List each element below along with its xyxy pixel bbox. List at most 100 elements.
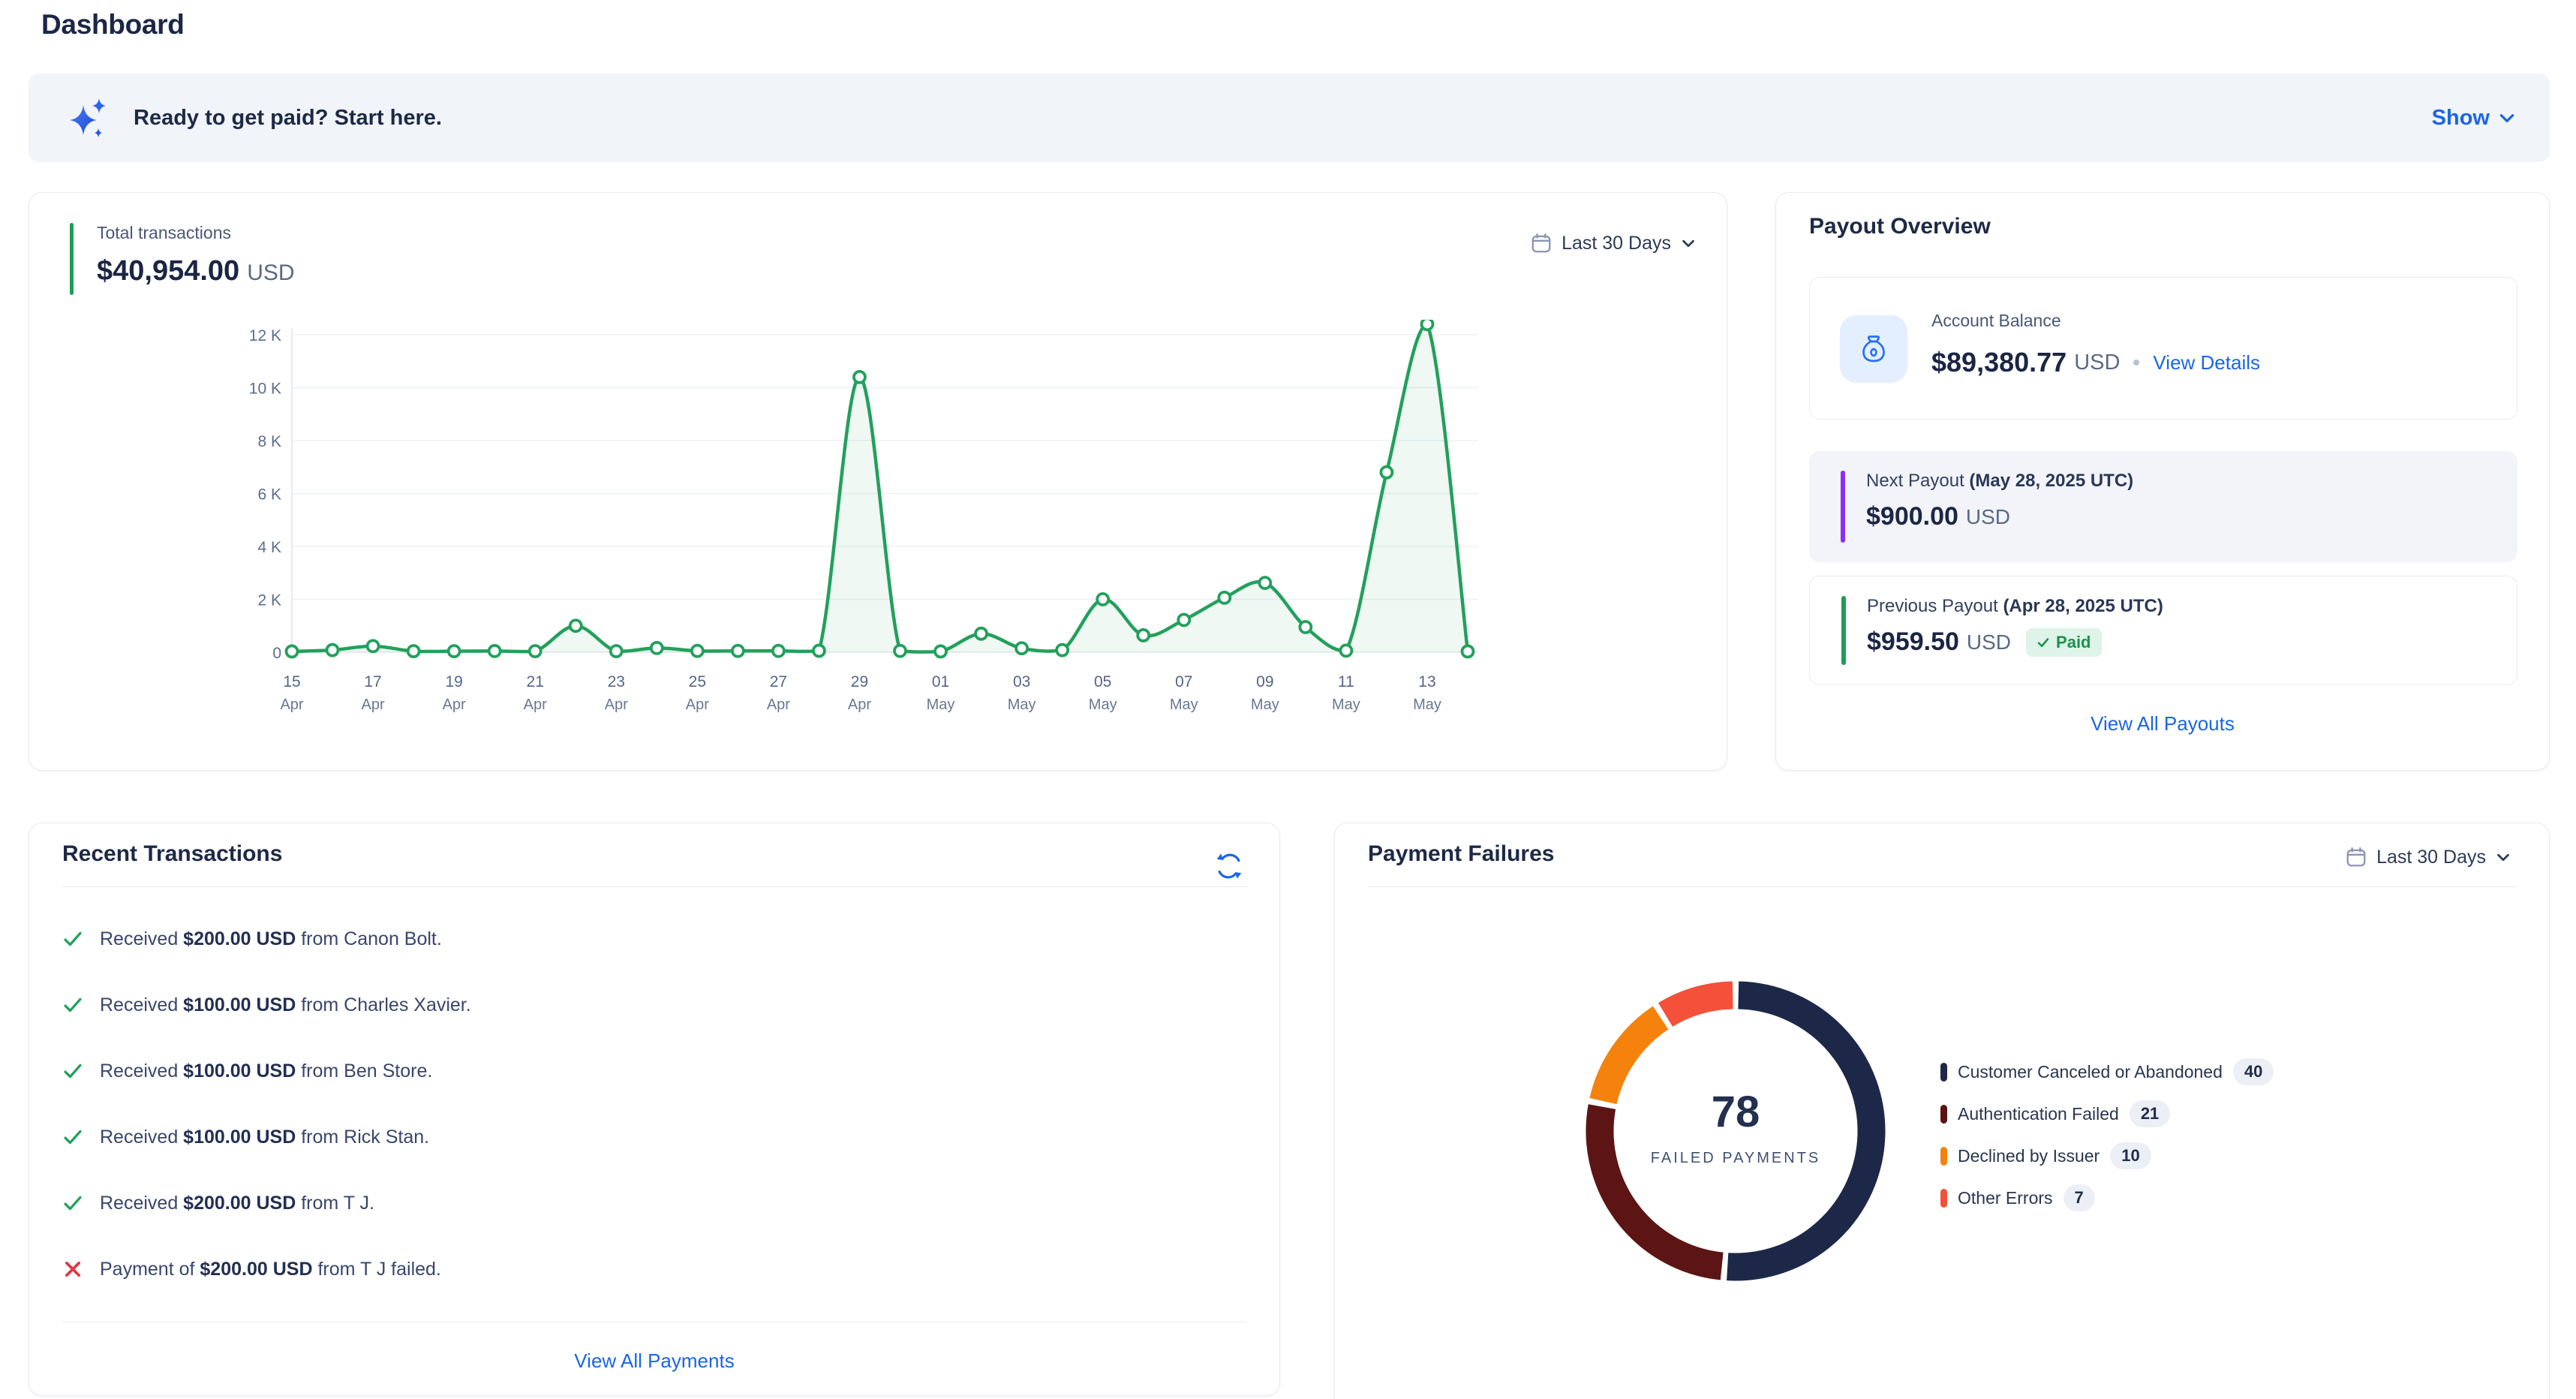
svg-text:2 K: 2 K	[257, 592, 281, 609]
green-accent-bar	[1841, 596, 1846, 665]
transactions-line-chart: 02 K4 K6 K8 K10 K12 K15Apr17Apr19Apr21Ap…	[226, 320, 1734, 770]
chevron-down-icon	[1680, 235, 1697, 251]
next-payout-amount: $900.00	[1866, 502, 1958, 531]
next-payout-card: Next Payout (May 28, 2025 UTC) $900.00 U…	[1809, 451, 2517, 562]
svg-text:6 K: 6 K	[257, 486, 281, 504]
svg-text:13: 13	[1418, 673, 1435, 690]
svg-text:Apr: Apr	[362, 696, 385, 713]
svg-text:May: May	[1089, 696, 1117, 713]
total-transactions-amount: $40,954.00USD	[97, 255, 295, 287]
transaction-row: Received $100.00 USD from Ben Store.	[62, 1038, 1246, 1104]
banner-show-label: Show	[2432, 106, 2490, 131]
transaction-text: Received $100.00 USD from Rick Stan.	[100, 1127, 429, 1148]
view-details-link[interactable]: View Details	[2153, 351, 2260, 375]
legend-label: Authentication Failed	[1958, 1104, 2119, 1124]
recent-transactions-card: Recent Transactions Received $200.00 USD…	[29, 823, 1280, 1396]
svg-text:Apr: Apr	[686, 696, 709, 713]
legend-marker	[1940, 1105, 1947, 1124]
transaction-amount: $200.00 USD	[183, 1193, 296, 1214]
payout-overview-title: Payout Overview	[1809, 214, 1991, 239]
success-check-icon	[62, 1127, 83, 1148]
svg-text:Apr: Apr	[605, 696, 628, 713]
transaction-amount: $100.00 USD	[183, 994, 296, 1015]
previous-payout-card: Previous Payout (Apr 28, 2025 UTC) $959.…	[1809, 576, 2517, 685]
svg-text:4 K: 4 K	[257, 539, 281, 556]
check-icon	[2036, 636, 2050, 649]
svg-text:01: 01	[932, 673, 949, 690]
success-check-icon	[62, 994, 83, 1015]
legend-item: Authentication Failed21	[1940, 1101, 2274, 1127]
failures-range-label: Last 30 Days	[2376, 847, 2486, 868]
svg-text:09: 09	[1256, 673, 1273, 690]
transaction-text: Received $200.00 USD from T J.	[100, 1193, 374, 1214]
transaction-text: Payment of $200.00 USD from T J failed.	[100, 1259, 441, 1280]
banner-show-button[interactable]: Show	[2432, 74, 2517, 162]
legend-marker	[1940, 1189, 1947, 1208]
svg-text:03: 03	[1013, 673, 1030, 690]
svg-text:07: 07	[1175, 673, 1192, 690]
transaction-row: Received $100.00 USD from Charles Xavier…	[62, 972, 1246, 1038]
currency-label: USD	[1967, 630, 2011, 654]
transaction-text: Received $100.00 USD from Charles Xavier…	[100, 994, 471, 1016]
svg-text:11: 11	[1338, 673, 1354, 690]
svg-text:May: May	[1413, 696, 1441, 713]
svg-text:0: 0	[272, 645, 281, 662]
svg-text:Apr: Apr	[280, 696, 303, 713]
view-all-payments-link[interactable]: View All Payments	[574, 1349, 734, 1373]
purple-accent-bar	[1841, 471, 1845, 543]
refresh-icon[interactable]	[1213, 850, 1245, 884]
failed-x-icon	[62, 1259, 83, 1280]
view-all-payouts-link[interactable]: View All Payouts	[2091, 712, 2235, 736]
svg-text:Apr: Apr	[848, 696, 871, 713]
transaction-amount: $100.00 USD	[183, 1061, 296, 1082]
legend-label: Customer Canceled or Abandoned	[1958, 1062, 2223, 1082]
success-check-icon	[62, 1193, 83, 1214]
svg-text:15: 15	[283, 673, 300, 690]
payout-overview-card: Payout Overview Account Balance $89,380.…	[1775, 192, 2550, 771]
svg-text:27: 27	[770, 673, 787, 690]
chevron-down-icon	[2495, 849, 2511, 865]
legend-count-badge: 10	[2110, 1142, 2151, 1169]
success-check-icon	[62, 1061, 83, 1082]
currency-label: USD	[247, 260, 294, 285]
failures-range-dropdown[interactable]: Last 30 Days	[2345, 846, 2511, 868]
transactions-range-label: Last 30 Days	[1562, 233, 1671, 254]
svg-text:May: May	[927, 696, 955, 713]
transaction-text: Received $100.00 USD from Ben Store.	[100, 1061, 432, 1082]
calendar-icon	[2345, 846, 2367, 868]
transaction-row: Payment of $200.00 USD from T J failed.	[62, 1236, 1246, 1302]
legend-item: Other Errors7	[1940, 1185, 2274, 1211]
account-balance-label: Account Balance	[1931, 311, 2061, 331]
svg-text:21: 21	[527, 673, 544, 690]
legend-item: Customer Canceled or Abandoned40	[1940, 1059, 2274, 1085]
currency-label: USD	[2074, 351, 2120, 375]
total-transactions-metric: Total transactions $40,954.00USD	[70, 223, 295, 295]
failed-payments-label: FAILED PAYMENTS	[1651, 1150, 1821, 1166]
money-bag-icon	[1856, 331, 1892, 367]
svg-text:05: 05	[1094, 673, 1111, 690]
green-accent-bar	[70, 223, 74, 295]
svg-text:May: May	[1008, 696, 1036, 713]
total-transactions-card: Total transactions $40,954.00USD Last 30…	[29, 192, 1727, 771]
svg-text:12 K: 12 K	[249, 327, 281, 344]
svg-text:May: May	[1332, 696, 1360, 713]
svg-text:Apr: Apr	[443, 696, 466, 713]
transaction-row: Received $100.00 USD from Rick Stan.	[62, 1104, 1246, 1170]
banner-text: Ready to get paid? Start here.	[134, 106, 442, 131]
svg-text:23: 23	[608, 673, 625, 690]
transaction-amount: $100.00 USD	[183, 1127, 296, 1148]
payment-failures-title: Payment Failures	[1368, 841, 1554, 867]
svg-text:Apr: Apr	[767, 696, 790, 713]
legend-label: Other Errors	[1958, 1188, 2053, 1208]
legend-label: Declined by Issuer	[1958, 1146, 2100, 1166]
recent-transactions-title: Recent Transactions	[62, 841, 282, 867]
next-payout-label: Next Payout (May 28, 2025 UTC)	[1866, 471, 2133, 492]
calendar-icon	[1530, 232, 1553, 254]
legend-item: Declined by Issuer 10	[1940, 1143, 2274, 1169]
legend-marker	[1940, 1147, 1947, 1166]
transactions-range-dropdown[interactable]: Last 30 Days	[1530, 232, 1697, 254]
transaction-amount: $200.00 USD	[200, 1259, 312, 1280]
failures-legend: Customer Canceled or Abandoned40 Authenti…	[1940, 1059, 2274, 1211]
currency-label: USD	[1966, 505, 2010, 529]
transactions-list: Received $200.00 USD from Canon Bolt.Rec…	[62, 906, 1246, 1302]
